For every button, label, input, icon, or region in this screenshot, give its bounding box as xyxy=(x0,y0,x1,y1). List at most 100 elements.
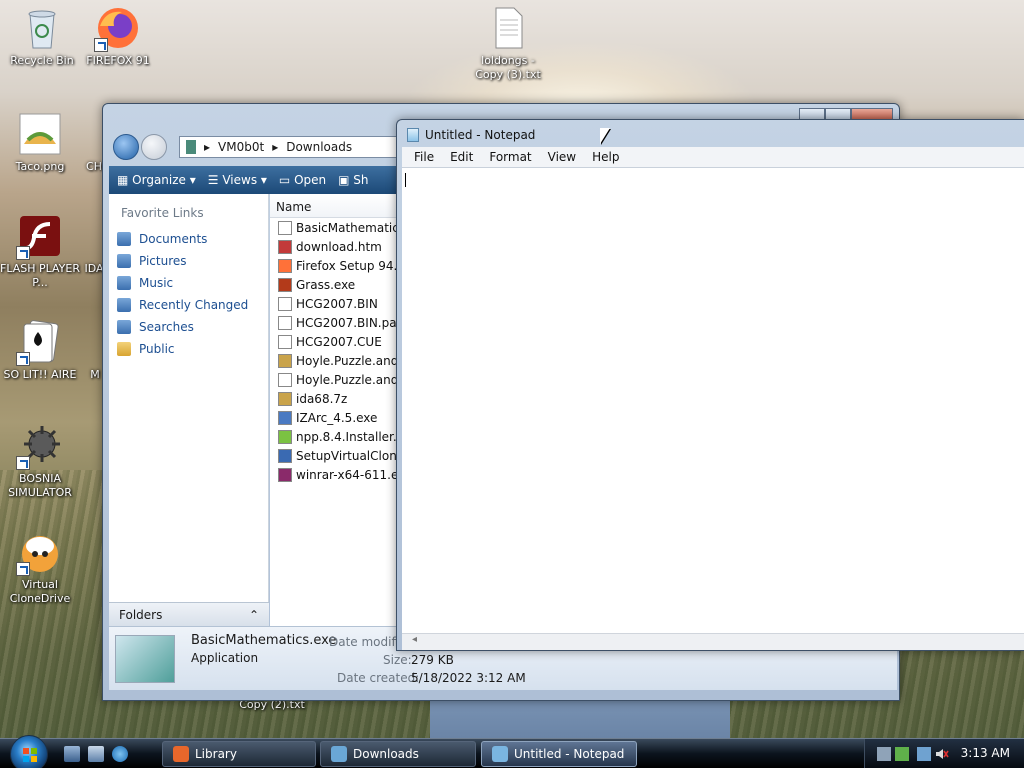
music-icon xyxy=(117,276,131,290)
favorite-music[interactable]: Music xyxy=(109,272,268,294)
installer-icon xyxy=(278,448,292,463)
desktop-icon-label: IDA xyxy=(84,262,104,275)
notepad-text-area[interactable]: ◂ xyxy=(402,167,1024,650)
installer-icon xyxy=(278,410,292,425)
file-row[interactable]: download.htm xyxy=(270,237,400,256)
details-size-value: 279 KB xyxy=(411,653,454,667)
share-button[interactable]: ▣ Sh xyxy=(338,173,368,187)
chevron-right-icon: ▸ xyxy=(204,140,211,154)
file-row[interactable]: Hoyle.Puzzle.and.B xyxy=(270,370,400,389)
explorer-toolbar: ▦ Organize ▾ ☰ Views ▾ ▭ Open ▣ Sh xyxy=(109,166,399,194)
playing-card-icon xyxy=(16,318,64,366)
chevron-right-icon: ▸ xyxy=(272,140,279,154)
file-row[interactable]: winrar-x64-611.exe xyxy=(270,465,400,484)
generic-file-icon xyxy=(278,296,292,311)
file-row[interactable]: ida68.7z xyxy=(270,389,400,408)
organize-button[interactable]: ▦ Organize ▾ xyxy=(117,173,196,187)
file-row[interactable]: Firefox Setup 94.0.1 xyxy=(270,256,400,275)
open-label: Open xyxy=(294,173,327,187)
shortcut-arrow-icon xyxy=(16,456,30,470)
network-icon[interactable] xyxy=(877,747,891,761)
file-row[interactable]: Hoyle.Puzzle.and.B xyxy=(270,351,400,370)
favorite-pictures[interactable]: Pictures xyxy=(109,250,268,272)
taskbar-item-downloads[interactable]: Downloads xyxy=(320,741,476,767)
file-row[interactable]: npp.8.4.Installer.x64 xyxy=(270,427,400,446)
folders-toggle[interactable]: Folders ⌃ xyxy=(109,602,269,626)
archive-icon xyxy=(278,391,292,406)
menu-format[interactable]: Format xyxy=(481,150,539,164)
taskbar-item-notepad[interactable]: Untitled - Notepad xyxy=(481,741,637,767)
file-row[interactable]: HCG2007.BIN.part xyxy=(270,313,400,332)
address-bar[interactable]: ▸ VM0b0t ▸ Downloads xyxy=(179,136,409,158)
file-list: Name BasicMathematics. download.htm Fire… xyxy=(270,194,400,626)
file-row[interactable]: BasicMathematics. xyxy=(270,218,400,237)
file-name: SetupVirtualCloneD xyxy=(296,448,400,463)
clock[interactable]: 3:13 AM xyxy=(961,746,1010,760)
favorite-recently-changed[interactable]: Recently Changed xyxy=(109,294,268,316)
details-file-type: Application xyxy=(191,651,259,665)
back-button[interactable] xyxy=(113,134,139,160)
organize-icon: ▦ xyxy=(117,173,133,187)
internet-explorer-icon[interactable] xyxy=(112,746,128,762)
scroll-left-icon[interactable]: ◂ xyxy=(412,634,417,645)
taskbar-item-library[interactable]: Library xyxy=(162,741,316,767)
security-icon[interactable] xyxy=(895,747,909,761)
file-row[interactable]: SetupVirtualCloneD xyxy=(270,446,400,465)
menu-edit[interactable]: Edit xyxy=(442,150,481,164)
desktop-icon-label: BOSNIA SIMULATOR xyxy=(8,472,72,499)
show-desktop-icon[interactable] xyxy=(64,746,80,762)
executable-icon xyxy=(278,277,292,292)
file-rows: BasicMathematics. download.htm Firefox S… xyxy=(270,218,400,484)
forward-button[interactable] xyxy=(141,134,167,160)
winrar-icon xyxy=(278,467,292,482)
file-row[interactable]: Grass.exe xyxy=(270,275,400,294)
desktop-icon-label: FIREFOX 91 xyxy=(86,54,150,67)
notepad-window[interactable]: Untitled - Notepad File Edit Format View… xyxy=(396,119,1024,651)
favorite-searches[interactable]: Searches xyxy=(109,316,268,338)
windows-logo-icon xyxy=(23,748,37,762)
column-header-name[interactable]: Name xyxy=(270,194,400,218)
desktop-icon-recycle-bin[interactable]: Recycle Bin xyxy=(0,4,84,68)
start-button[interactable] xyxy=(10,735,48,768)
notepad-plus-plus-icon xyxy=(278,429,292,444)
favorite-label: Music xyxy=(139,276,174,290)
volume-muted-icon[interactable] xyxy=(935,747,949,761)
breadcrumb-item[interactable]: Downloads xyxy=(286,140,352,154)
favorite-label: Public xyxy=(139,342,175,356)
desktop-icon-m[interactable]: M xyxy=(58,318,104,382)
file-row[interactable]: HCG2007.CUE xyxy=(270,332,400,351)
shortcut-arrow-icon xyxy=(16,246,30,260)
documents-icon xyxy=(117,232,131,246)
notepad-title-bar[interactable]: Untitled - Notepad xyxy=(407,128,535,142)
menu-view[interactable]: View xyxy=(540,150,584,164)
menu-help[interactable]: Help xyxy=(584,150,627,164)
file-row[interactable]: HCG2007.BIN xyxy=(270,294,400,313)
desktop-icon-label: M xyxy=(90,368,100,381)
desktop-icon-firefox[interactable]: FIREFOX 91 xyxy=(76,4,160,68)
chevron-up-icon: ⌃ xyxy=(248,607,259,622)
firefox-icon xyxy=(173,746,189,762)
desktop-icon-bosnia-simulator[interactable]: BOSNIA SIMULATOR xyxy=(0,422,82,500)
breadcrumb-item[interactable]: VM0b0t xyxy=(218,140,264,154)
file-name: Firefox Setup 94.0.1 xyxy=(296,258,400,273)
text-caret xyxy=(405,173,406,187)
favorite-documents[interactable]: Documents xyxy=(109,228,268,250)
favorite-public[interactable]: Public xyxy=(109,338,268,360)
menu-file[interactable]: File xyxy=(406,150,442,164)
folders-label: Folders xyxy=(119,607,163,622)
details-file-name: BasicMathematics.exe xyxy=(191,633,337,648)
switch-windows-icon[interactable] xyxy=(88,746,104,762)
desktop-icon-loldongs-txt[interactable]: loldongs - Copy (3).txt xyxy=(466,4,550,82)
desktop-icon-ida[interactable]: IDA xyxy=(54,212,104,276)
desktop-icon-label: Recycle Bin xyxy=(10,54,74,67)
connection-icon[interactable] xyxy=(917,747,931,761)
horizontal-scrollbar[interactable]: ◂ xyxy=(402,633,1024,650)
search-icon xyxy=(117,320,131,334)
desktop-icon-label: Virtual CloneDrive xyxy=(9,578,71,605)
file-row[interactable]: IZArc_4.5.exe xyxy=(270,408,400,427)
desktop-icon-virtual-clonedrive[interactable]: Virtual CloneDrive xyxy=(0,528,82,606)
file-name: HCG2007.BIN.part xyxy=(296,315,400,330)
views-button[interactable]: ☰ Views ▾ xyxy=(208,173,267,187)
open-button[interactable]: ▭ Open xyxy=(279,173,326,187)
desktop-icon-ch[interactable]: CH xyxy=(54,110,104,174)
